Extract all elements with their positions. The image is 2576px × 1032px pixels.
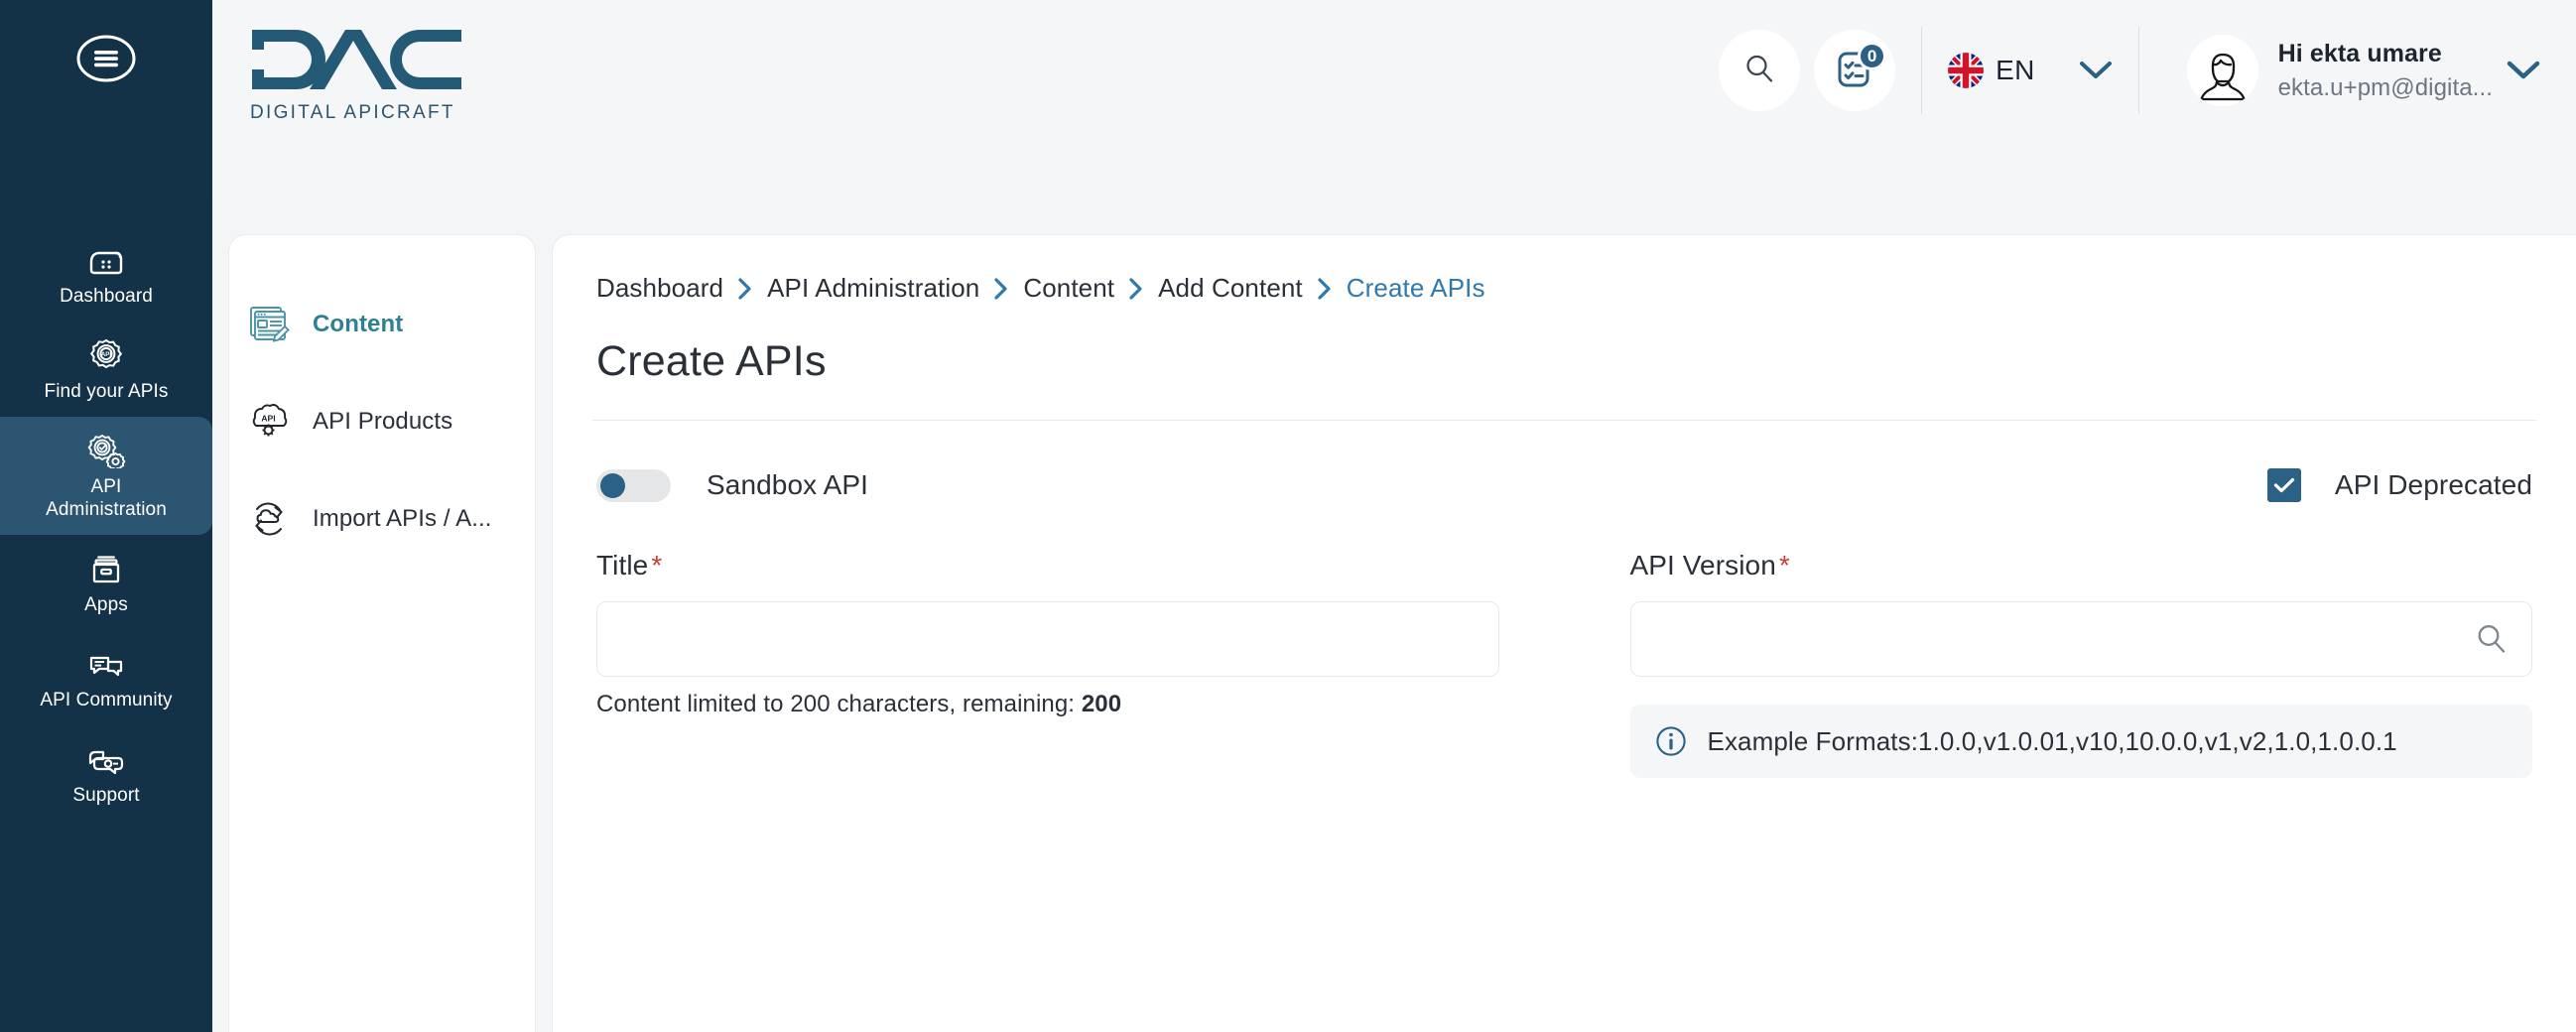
header-divider-1 [1921, 27, 1923, 114]
api-version-field-label: API Version * [1630, 550, 2533, 581]
import-apis-icon [247, 498, 301, 540]
uk-flag-icon [1948, 53, 1985, 88]
title-input[interactable] [596, 601, 1499, 677]
info-icon [1654, 724, 1688, 758]
api-deprecated-checkbox[interactable] [2266, 468, 2301, 502]
content-icon [247, 304, 301, 345]
breadcrumb-item-create-apis: Create APIs [1346, 273, 1485, 303]
sidebar-item-label: API Community [40, 690, 173, 710]
sidebar-item-apps[interactable]: Apps [0, 535, 212, 630]
api-community-icon [85, 642, 127, 682]
sidebar-item-label: Content [313, 311, 404, 337]
search-button[interactable] [1719, 30, 1801, 111]
avatar [2186, 35, 2258, 106]
top-header: DIGITAL APICRAFT 0 EN Hi ekta umare ekta… [212, 0, 2576, 203]
brand-tagline: DIGITAL APICRAFT [250, 102, 455, 123]
api-version-input-wrap [1629, 601, 2532, 677]
primary-sidebar: Dashboard API Find your APIs API Adminis… [0, 0, 212, 1032]
sidebar-item-api-community[interactable]: API Community [0, 630, 212, 725]
dac-logo-mark [252, 30, 461, 89]
brand-logo[interactable]: DIGITAL APICRAFT [250, 28, 468, 124]
breadcrumb-item-content[interactable]: Content [1023, 273, 1114, 304]
user-menu[interactable]: Hi ekta umare ekta.u+pm@digita... [2186, 35, 2540, 106]
helper-remaining: 200 [1081, 691, 1122, 717]
title-helper-text: Content limited to 200 characters, remai… [596, 691, 1499, 718]
language-selector[interactable]: EN [1948, 53, 2113, 88]
required-marker: * [651, 550, 663, 580]
api-version-info-box: Example Formats:1.0.0,v1.0.01,v10,10.0.0… [1629, 705, 2532, 778]
user-info: Hi ekta umare ekta.u+pm@digita... [2278, 40, 2493, 102]
chevron-down-icon[interactable] [2507, 60, 2540, 81]
title-field-group: Title * Content limited to 200 characters… [596, 550, 1499, 778]
options-row: Sandbox API API Deprecated [592, 468, 2536, 502]
api-version-field-group: API Version * Example Formats:1.0.0,v1.0… [1629, 550, 2533, 778]
sidebar-item-api-products[interactable]: API API Products [229, 392, 535, 452]
sidebar-item-label: Apps [84, 594, 128, 615]
sandbox-api-group: Sandbox API [596, 468, 869, 502]
main-content-panel: Dashboard API Administration Content Add… [552, 234, 2576, 1032]
sidebar-item-label: Dashboard [60, 286, 153, 307]
sidebar-item-dashboard[interactable]: Dashboard [0, 226, 212, 322]
sidebar-item-label: API Products [313, 408, 453, 435]
breadcrumb-item-api-administration[interactable]: API Administration [767, 273, 979, 304]
primary-sidebar-nav: Dashboard API Find your APIs API Adminis… [0, 226, 212, 821]
hamburger-menu-icon[interactable] [72, 32, 140, 85]
breadcrumb: Dashboard API Administration Content Add… [596, 273, 2536, 304]
sandbox-api-label: Sandbox API [707, 469, 869, 500]
title-input-wrap [596, 601, 1499, 677]
required-marker: * [1778, 550, 1790, 580]
chevron-right-icon [1128, 277, 1144, 301]
sidebar-item-support[interactable]: Support [0, 725, 212, 821]
sidebar-item-find-your-apis[interactable]: API Find your APIs [0, 322, 212, 417]
breadcrumb-item-dashboard[interactable]: Dashboard [596, 273, 723, 304]
user-email: ekta.u+pm@digita... [2277, 73, 2493, 101]
header-actions: 0 EN Hi ekta umare ekta.u+pm@digita... [1719, 18, 2540, 123]
api-deprecated-label: API Deprecated [2334, 469, 2532, 500]
chevron-right-icon [737, 277, 753, 301]
toggle-knob [600, 472, 625, 498]
sidebar-item-label: Find your APIs [44, 381, 169, 402]
api-products-icon: API [247, 401, 301, 443]
language-code: EN [1996, 55, 2035, 85]
api-version-input[interactable] [1629, 601, 2532, 677]
sidebar-item-label: Support [72, 785, 140, 806]
title-divider [592, 420, 2536, 421]
dashboard-icon [86, 238, 126, 278]
svg-text:API: API [101, 351, 112, 358]
check-icon [2273, 477, 2295, 493]
api-version-label-text: API Version [1629, 550, 1776, 580]
search-icon [1742, 52, 1776, 90]
user-greeting: Hi ekta umare [2277, 39, 2442, 67]
page-title: Create APIs [596, 337, 827, 385]
sidebar-item-label: API Administration [46, 476, 167, 520]
sandbox-api-toggle[interactable] [596, 468, 671, 502]
title-label-text: Title [596, 550, 649, 580]
chevron-right-icon [993, 277, 1009, 301]
api-administration-icon [85, 429, 127, 468]
header-divider-2 [2137, 27, 2139, 114]
helper-prefix: Content limited to 200 characters, remai… [596, 691, 1082, 717]
support-icon [85, 737, 127, 777]
api-version-info-text: Example Formats:1.0.0,v1.0.01,v10,10.0.0… [1707, 725, 2397, 756]
app-window: Dashboard API Find your APIs API Adminis… [0, 0, 2576, 1032]
title-field-label: Title * [596, 550, 1499, 581]
find-apis-icon: API [86, 333, 126, 373]
sidebar-item-api-administration[interactable]: API Administration [0, 417, 212, 535]
tasks-badge: 0 [1858, 42, 1887, 70]
apps-icon [86, 547, 126, 586]
tasks-button[interactable]: 0 [1814, 30, 1896, 111]
api-deprecated-group: API Deprecated [2266, 468, 2532, 502]
sidebar-item-import-apis[interactable]: Import APIs / A... [229, 489, 535, 549]
search-icon[interactable] [2475, 622, 2509, 656]
sidebar-item-content[interactable]: Content [229, 295, 535, 354]
secondary-sidebar: Content API API Products Import APIs / A… [228, 234, 536, 1032]
sidebar-item-label: Import APIs / A... [313, 505, 492, 532]
chevron-right-icon [1317, 277, 1333, 301]
svg-text:API: API [261, 414, 275, 424]
breadcrumb-item-add-content[interactable]: Add Content [1158, 273, 1303, 304]
form-fields: Title * Content limited to 200 characters… [592, 550, 2536, 778]
chevron-down-icon[interactable] [2079, 60, 2113, 81]
